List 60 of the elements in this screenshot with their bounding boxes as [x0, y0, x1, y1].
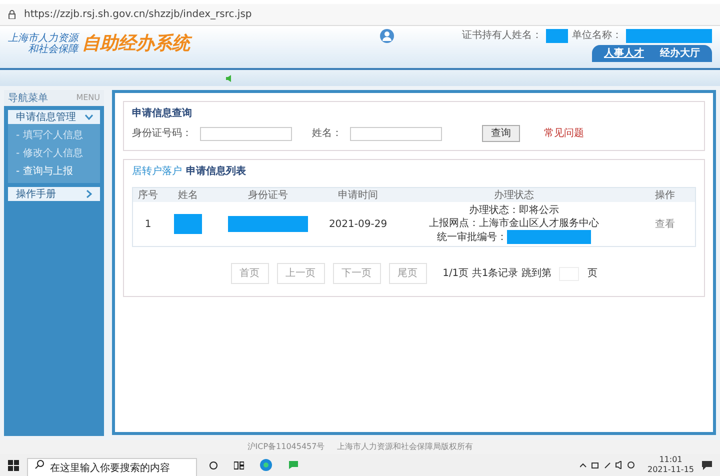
menu-group[interactable]: 申请信息管理: [8, 110, 100, 124]
pager-button[interactable]: 尾页: [388, 263, 427, 284]
system-title: 自助经办系统: [82, 30, 190, 57]
holder-label: 证书持有人姓名：: [462, 28, 542, 43]
pager-button[interactable]: 首页: [230, 263, 269, 284]
field-label: 身份证号码：: [132, 127, 192, 141]
table-cell-text: 2021-09-29: [328, 218, 388, 232]
clock-date: 2021-11-15: [648, 465, 694, 475]
field-label: 姓名：: [312, 127, 342, 141]
menu-group[interactable]: 操作手册: [8, 187, 100, 201]
column-header: 身份证号: [247, 189, 289, 203]
browser-icon[interactable]: [260, 459, 272, 471]
section-legend: 申请信息查询: [132, 106, 696, 121]
faq-link[interactable]: 常见问题: [544, 126, 584, 141]
chevron-icon: [86, 190, 92, 198]
menu-item[interactable]: - 填写个人信息: [8, 128, 100, 143]
status-line: 上报网点：上海市金山区人才服务中心: [429, 217, 599, 230]
id-input-field[interactable]: [200, 126, 292, 140]
widgets-icon[interactable]: [234, 460, 244, 470]
header-tab[interactable]: 人事人才: [600, 46, 648, 61]
table-cell-text: 1: [144, 218, 152, 232]
user-icon: [380, 28, 394, 42]
lock-icon: [8, 10, 16, 19]
clock-time: 11:01: [659, 455, 682, 465]
notification-icon[interactable]: [702, 460, 712, 470]
org-name-line: 上海市人力资源: [8, 32, 78, 44]
status-line: 统一审批编号：: [437, 230, 507, 244]
redaction-block: [546, 28, 568, 42]
url-text[interactable]: https://zzjb.rsj.sh.gov.cn/shzzjb/index_rsrc.jsp: [24, 7, 252, 22]
pager-button[interactable]: 上一页: [276, 263, 325, 284]
redaction-block: [174, 214, 202, 234]
chevron-icon: [85, 114, 93, 120]
icp-text: 沪ICP备11045457号: [247, 441, 325, 453]
pager-summary: 1/1页 共1条记录 跳到第: [442, 266, 552, 281]
column-header: 姓名: [177, 189, 199, 203]
page-suffix: 页: [587, 267, 598, 281]
header-tab[interactable]: 经办大厅: [656, 46, 704, 61]
section-legend-prefix: 居转户落户: [132, 164, 182, 179]
sidebar-title-en: MENU: [76, 92, 100, 104]
view-link[interactable]: 查看: [635, 216, 695, 232]
taskbar-search-field[interactable]: 在这里输入你要搜索的内容: [27, 458, 197, 476]
menu-item[interactable]: - 修改个人信息: [8, 146, 100, 161]
column-header: 申请时间: [337, 188, 379, 203]
section-legend: 申请信息列表: [186, 164, 246, 179]
column-header: 办理状态: [493, 188, 535, 203]
search-icon: [35, 460, 44, 469]
org-name-line: 和社会保障: [28, 44, 78, 54]
sidebar-title: 导航菜单: [8, 92, 48, 106]
query-button[interactable]: 查询: [482, 125, 520, 142]
task-view-icon[interactable]: [209, 460, 218, 470]
column-header: 操作: [654, 189, 676, 203]
copyright-text: 上海市人力资源和社会保障局版权所有: [336, 441, 473, 453]
windows-start-icon[interactable]: [8, 460, 19, 470]
status-line: 办理状态：即将公示: [469, 204, 559, 217]
name-input-field[interactable]: [350, 126, 442, 140]
unit-label: 单位名称：: [572, 28, 622, 43]
column-header: 序号: [137, 188, 159, 203]
menu-item[interactable]: - 查询与上报: [8, 164, 100, 179]
speaker-icon: [226, 74, 234, 82]
pager-button[interactable]: 下一页: [332, 263, 381, 284]
